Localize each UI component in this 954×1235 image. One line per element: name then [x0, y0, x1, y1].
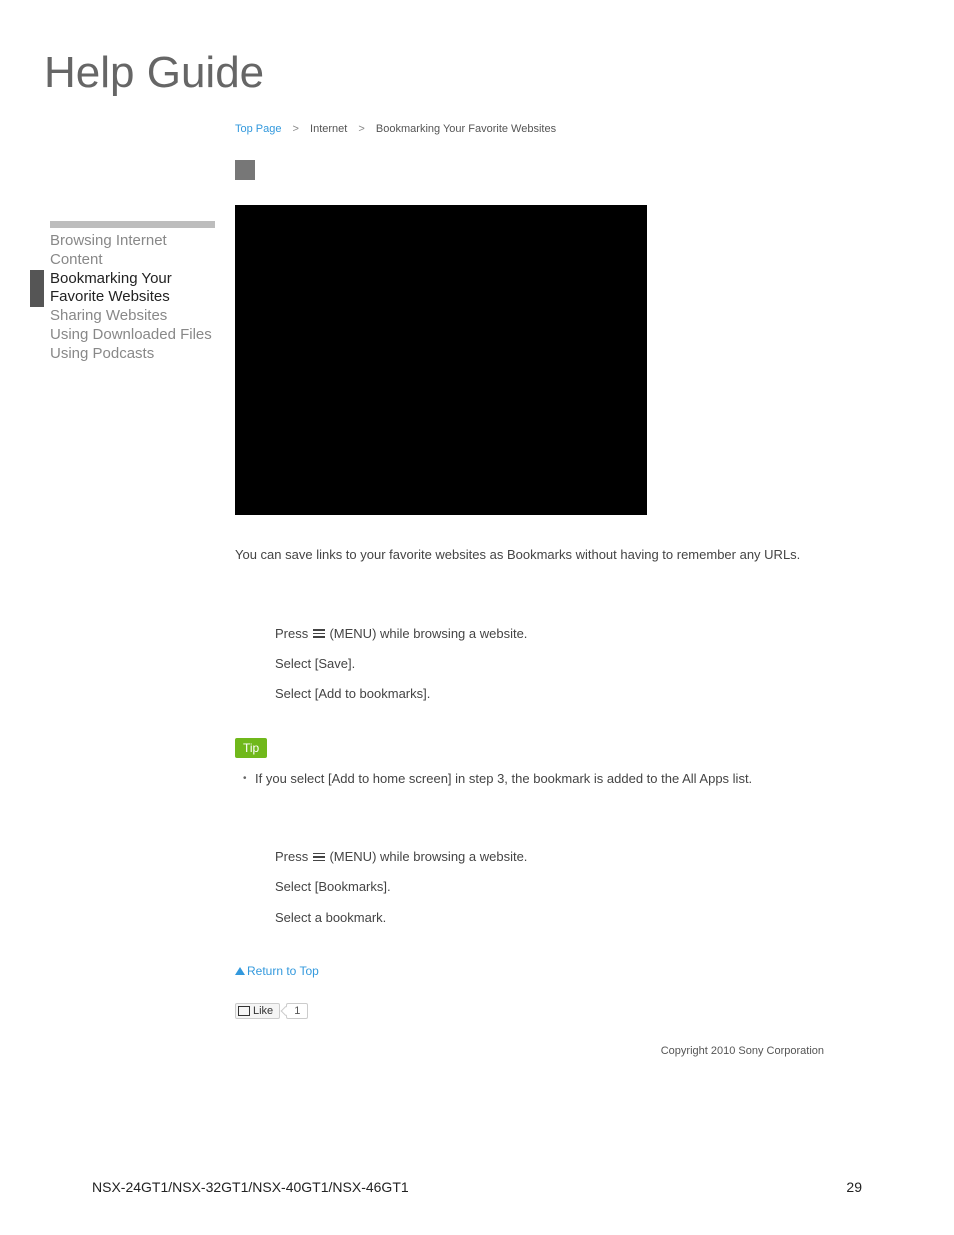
- sidebar-item-label: Using Podcasts: [50, 345, 154, 364]
- breadcrumb-sep: >: [293, 123, 299, 135]
- tip-item: If you select [Add to home screen] in st…: [243, 770, 825, 788]
- step-text: (MENU) while browsing a website.: [329, 626, 527, 641]
- breadcrumb-current: Bookmarking Your Favorite Websites: [376, 123, 556, 135]
- sidebar-divider: [50, 221, 215, 228]
- steps-save-bookmark: Press (MENU) while browsing a website. S…: [275, 625, 825, 704]
- video-placeholder[interactable]: [235, 205, 647, 515]
- sidebar-item-label: Sharing Websites: [50, 307, 167, 326]
- sidebar-item-label: Bookmarking Your Favorite Websites: [50, 270, 220, 308]
- sidebar-item-downloads[interactable]: Using Downloaded Files: [30, 326, 220, 345]
- step-3: Select [Add to bookmarks].: [275, 685, 825, 703]
- main-content: You can save links to your favorite webs…: [235, 205, 825, 1019]
- breadcrumb-sep: >: [358, 123, 364, 135]
- page-title: Help Guide: [44, 48, 264, 98]
- tip-list: If you select [Add to home screen] in st…: [243, 770, 825, 788]
- like-icon: [238, 1006, 250, 1016]
- menu-icon: [313, 629, 325, 639]
- sidebar-item-browsing[interactable]: Browsing Internet Content: [30, 232, 220, 270]
- menu-icon: [313, 853, 325, 863]
- step-text: Press: [275, 626, 312, 641]
- sidebar-item-podcasts[interactable]: Using Podcasts: [30, 345, 220, 364]
- like-widget: Like 1: [235, 1003, 825, 1019]
- step-text: (MENU) while browsing a website.: [329, 849, 527, 864]
- sidebar-item-sharing[interactable]: Sharing Websites: [30, 307, 220, 326]
- return-to-top-link[interactable]: Return to Top: [235, 964, 319, 978]
- steps-open-bookmark: Press (MENU) while browsing a website. S…: [275, 848, 825, 927]
- step-2: Select [Bookmarks].: [275, 878, 825, 896]
- up-arrow-icon: [235, 967, 245, 975]
- step-text: Press: [275, 849, 312, 864]
- intro-text: You can save links to your favorite webs…: [235, 545, 825, 565]
- footer-page-number: 29: [846, 1179, 862, 1195]
- sidebar: Browsing Internet Content Bookmarking Yo…: [30, 221, 220, 363]
- step-1: Press (MENU) while browsing a website.: [275, 625, 825, 643]
- breadcrumb-top[interactable]: Top Page: [235, 123, 281, 135]
- breadcrumb-internet: Internet: [310, 123, 347, 135]
- section-marker-icon: [235, 160, 255, 180]
- sidebar-item-bookmarking[interactable]: Bookmarking Your Favorite Websites: [30, 270, 220, 308]
- step-3: Select a bookmark.: [275, 909, 825, 927]
- like-count: 1: [286, 1003, 308, 1019]
- step-1: Press (MENU) while browsing a website.: [275, 848, 825, 866]
- breadcrumb: Top Page > Internet > Bookmarking Your F…: [235, 123, 556, 135]
- like-label: Like: [253, 1005, 273, 1017]
- sidebar-item-label: Using Downloaded Files: [50, 326, 212, 345]
- sidebar-item-label: Browsing Internet Content: [50, 232, 220, 270]
- copyright-text: Copyright 2010 Sony Corporation: [661, 1045, 824, 1057]
- return-to-top-label: Return to Top: [247, 964, 319, 978]
- like-button[interactable]: Like: [235, 1003, 280, 1019]
- tip-badge: Tip: [235, 738, 267, 758]
- step-2: Select [Save].: [275, 655, 825, 673]
- footer-model: NSX-24GT1/NSX-32GT1/NSX-40GT1/NSX-46GT1: [92, 1179, 409, 1195]
